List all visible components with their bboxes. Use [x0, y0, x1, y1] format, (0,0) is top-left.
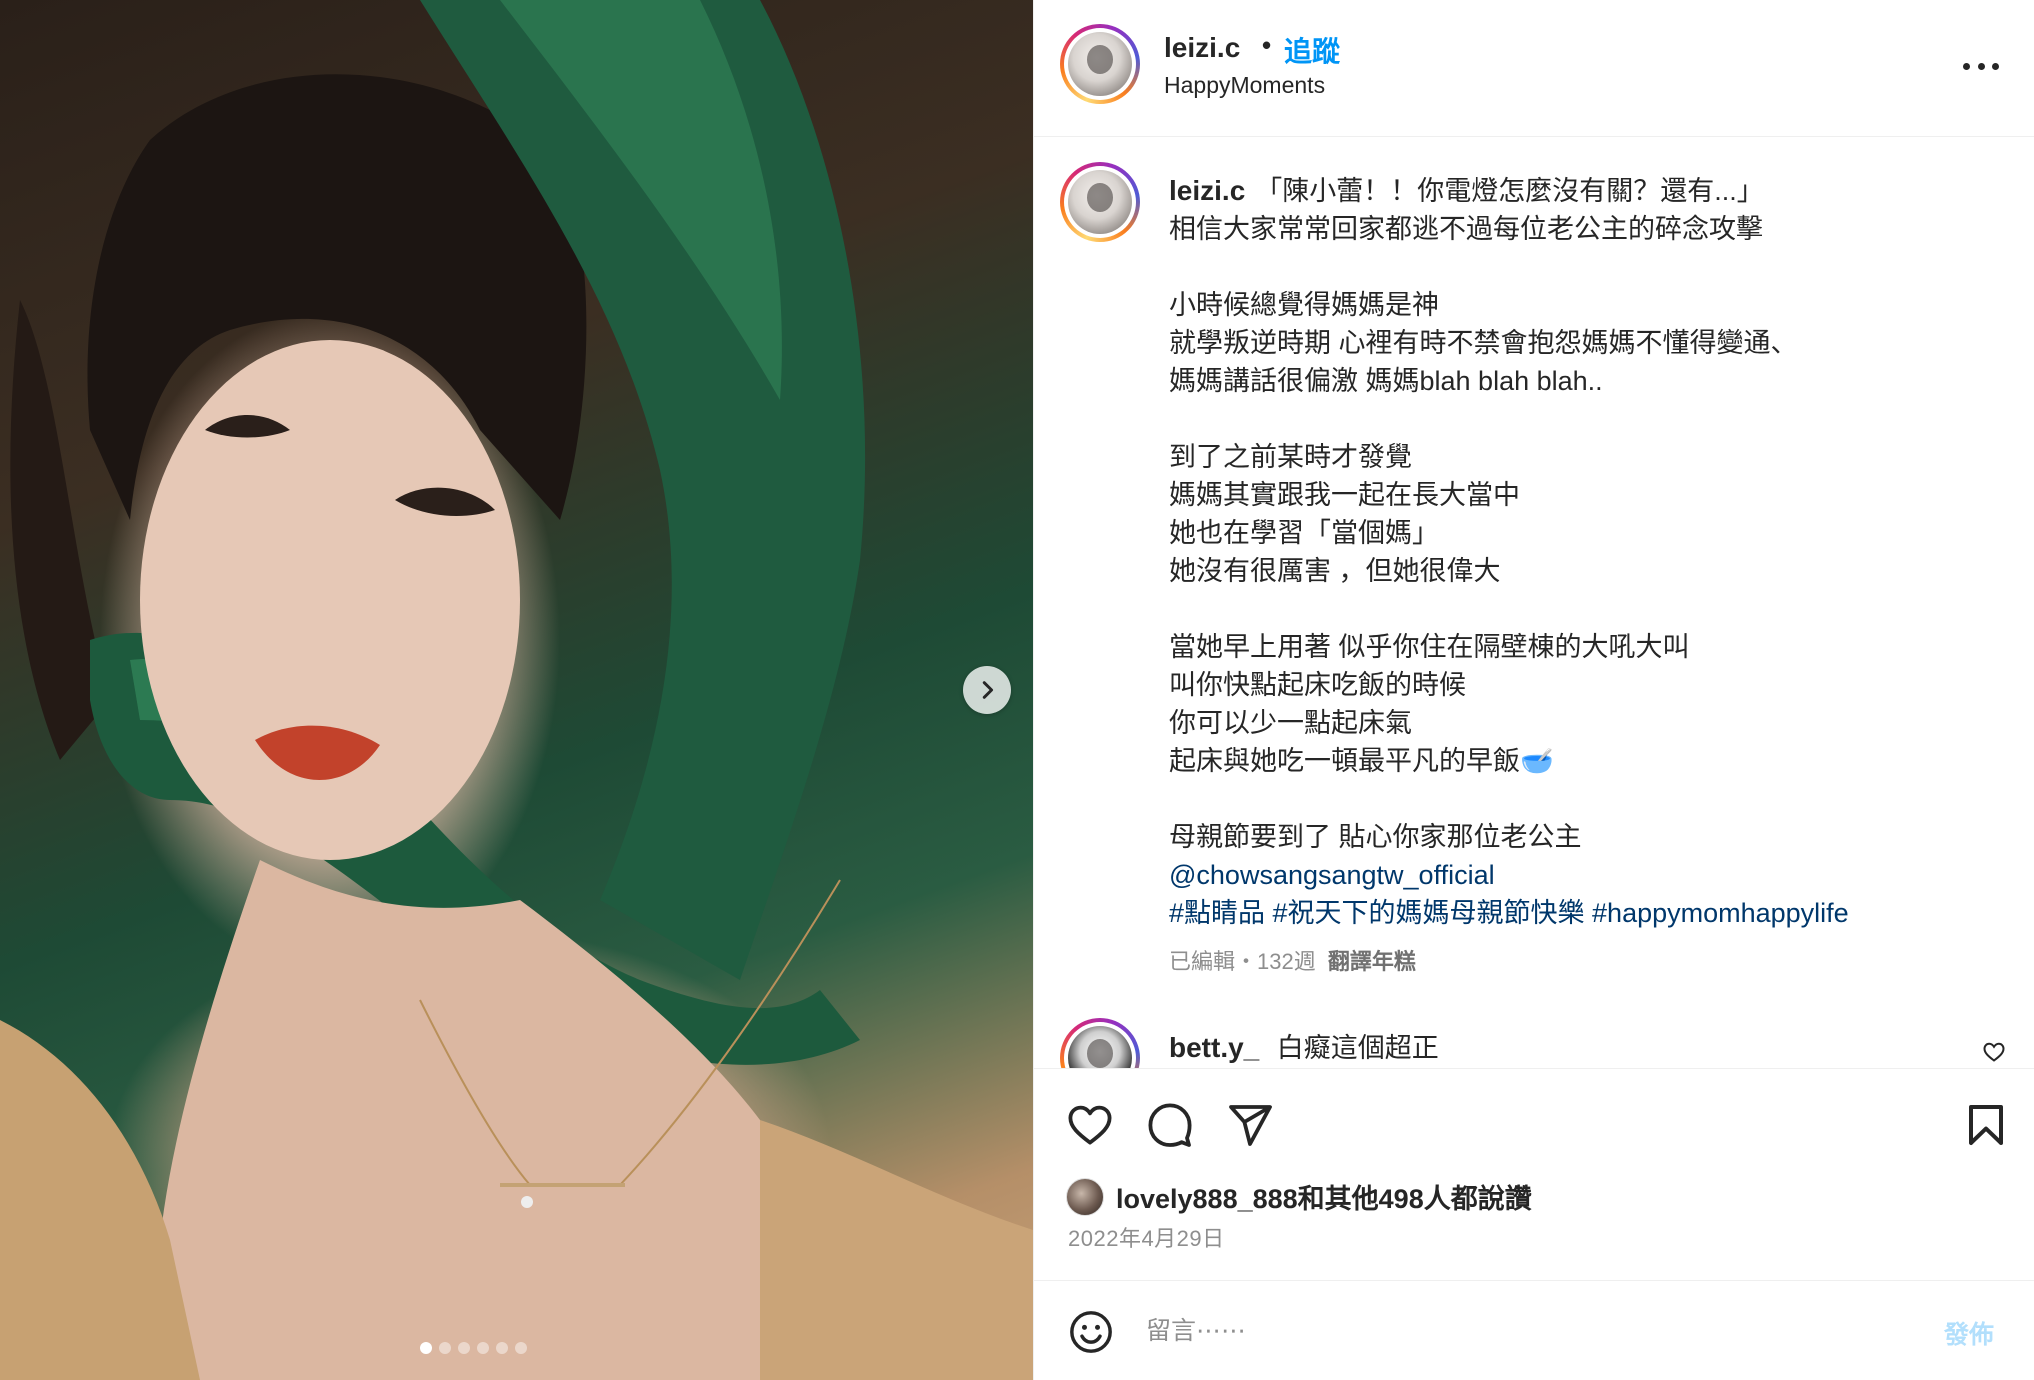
- commenter-avatar[interactable]: [1060, 1018, 1140, 1068]
- hashtags[interactable]: #點睛品 #祝天下的媽媽母親節快樂 #happymomhappylife: [1169, 898, 1849, 928]
- carousel-dot: [496, 1342, 508, 1354]
- header-separator: •: [1262, 30, 1272, 60]
- carousel-dot: [515, 1342, 527, 1354]
- comment-item: bett.y_ 白癡這個超正: [1169, 1026, 1439, 1065]
- comment-icon[interactable]: [1146, 1101, 1194, 1149]
- author-avatar[interactable]: [1060, 24, 1140, 104]
- caption-avatar[interactable]: [1060, 162, 1140, 242]
- carousel-dot: [439, 1342, 451, 1354]
- likes-count[interactable]: lovely888_888和其他498人都說讚: [1116, 1177, 1532, 1216]
- author-subtitle[interactable]: HappyMoments: [1164, 72, 1325, 99]
- caption-body: 「陳小蕾！！你電燈怎麼沒有關？還有...」 相信大家常常回家都逃不過每位老公主的…: [1169, 176, 1798, 852]
- photo-illustration: [0, 0, 1033, 1380]
- post-photo[interactable]: [0, 0, 1033, 1380]
- post-sidebar: leizi.c • 追蹤 HappyMoments leizi.c 「陳小蕾！！你…: [1033, 0, 2034, 1380]
- heart-icon[interactable]: [1066, 1101, 1114, 1149]
- comment-username[interactable]: bett.y_: [1169, 1032, 1259, 1063]
- bookmark-icon[interactable]: [1962, 1101, 2010, 1149]
- carousel-next-button[interactable]: [963, 666, 1011, 714]
- carousel-indicator: [420, 1342, 527, 1354]
- comment-input[interactable]: [1146, 1309, 1846, 1353]
- carousel-dot: [458, 1342, 470, 1354]
- chevron-right-icon: [982, 681, 994, 699]
- comment-text: 白癡這個超正: [1276, 1033, 1439, 1063]
- more-options-icon[interactable]: [1959, 52, 2003, 80]
- post-actions: lovely888_888和其他498人都說讚 2022年4月29日: [1034, 1068, 2034, 1278]
- follow-button[interactable]: 追蹤: [1284, 30, 1340, 70]
- send-icon[interactable]: [1226, 1101, 1274, 1149]
- post-comment-button[interactable]: 發佈: [1944, 1315, 1994, 1351]
- caption-scroll-area[interactable]: leizi.c 「陳小蕾！！你電燈怎麼沒有關？還有...」 相信大家常常回家都逃不…: [1034, 138, 2034, 1068]
- add-comment-bar: 發佈: [1034, 1280, 2034, 1380]
- carousel-dot: [420, 1342, 432, 1354]
- edited-time: 已編輯・132週: [1169, 949, 1316, 974]
- likes-summary[interactable]: lovely888_888和其他498人都說讚: [1066, 1177, 1532, 1216]
- caption-username[interactable]: leizi.c: [1169, 175, 1245, 206]
- caption: leizi.c 「陳小蕾！！你電燈怎麼沒有關？還有...」 相信大家常常回家都逃不…: [1169, 172, 2009, 932]
- liker-avatar[interactable]: [1066, 1177, 1104, 1216]
- translate-button[interactable]: 翻譯年糕: [1328, 949, 1416, 974]
- caption-meta: 已編輯・132週 翻譯年糕: [1169, 944, 1416, 976]
- post-date[interactable]: 2022年4月29日: [1068, 1221, 1225, 1253]
- author-username[interactable]: leizi.c: [1164, 32, 1240, 64]
- post-header: leizi.c • 追蹤 HappyMoments: [1034, 0, 2034, 137]
- comment-like-heart-icon[interactable]: [1982, 1040, 2006, 1064]
- smiley-icon[interactable]: [1068, 1309, 1114, 1355]
- mention-link[interactable]: @chowsangsangtw_official: [1169, 860, 1495, 890]
- carousel-dot: [477, 1342, 489, 1354]
